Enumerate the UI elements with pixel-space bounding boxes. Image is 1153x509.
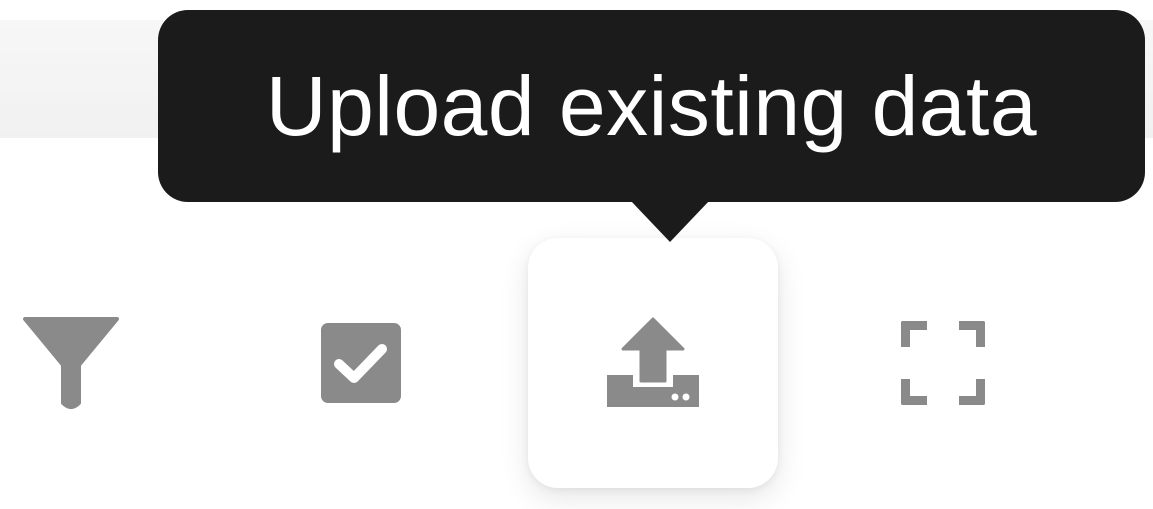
checkbox-checked-icon: [321, 323, 401, 403]
screen: Upload existing data: [0, 0, 1153, 509]
toolbar: [0, 230, 1153, 500]
select-all-button[interactable]: [298, 300, 424, 426]
filter-icon: [23, 317, 119, 409]
fullscreen-button[interactable]: [880, 300, 1006, 426]
filter-button[interactable]: [8, 300, 134, 426]
upload-icon: [607, 317, 699, 407]
upload-tooltip: Upload existing data: [158, 10, 1145, 242]
fullscreen-icon: [901, 321, 985, 405]
upload-data-button[interactable]: [528, 238, 778, 488]
tooltip-text: Upload existing data: [265, 58, 1038, 153]
